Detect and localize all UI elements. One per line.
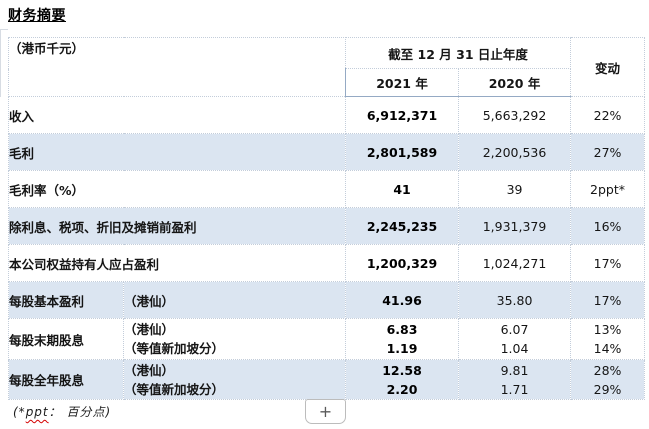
value-2021: 12.58 2.20 [346,360,459,400]
add-row-button[interactable]: + [305,399,346,424]
unit-header-cell: （港币千元） [9,38,346,97]
value-change: 28% 29% [571,360,645,400]
row-label: 每股基本盈利 [9,282,124,319]
value-change: 13% 14% [571,319,645,360]
col-header-2021: 2021 年 [346,69,459,97]
value-2020: 39 [459,171,571,208]
row-unit-label: （港仙） [124,282,346,319]
row-label: 收入 [9,97,346,134]
value-2020: 35.80 [459,282,571,319]
table-row-profit-attributable: 本公司权益持有人应占盈利 1,200,329 1,024,271 17% [9,245,645,282]
unit-line-hk-cents: （港仙） [124,320,345,339]
table-row-gross-margin: 毛利率（%） 41 39 2ppt* [9,171,645,208]
value-change: 22% [571,97,645,134]
table-row-full-year-dividend: 每股全年股息 （港仙） （等值新加坡分） 12.58 2.20 9.81 1.7… [9,360,645,400]
unit-line-hk-cents: （港仙） [124,361,345,380]
value-line: 14% [571,339,644,358]
value-2021: 2,801,589 [346,134,459,171]
value-change: 17% [571,282,645,319]
value-2021: 41.96 [346,282,459,319]
value-change: 17% [571,245,645,282]
value-line: 28% [571,361,644,380]
value-2021: 2,245,235 [346,208,459,245]
value-change: 16% [571,208,645,245]
value-line: 12.58 [346,361,458,380]
value-2020: 1,931,379 [459,208,571,245]
header-row-period: （港币千元） 截至 12 月 31 日止年度 变动 [9,38,645,69]
table-row-basic-eps: 每股基本盈利 （港仙） 41.96 35.80 17% [9,282,645,319]
value-line: 1.71 [459,380,570,399]
value-line: 1.04 [459,339,570,358]
value-2020: 1,024,271 [459,245,571,282]
col-header-2020: 2020 年 [459,69,571,97]
footnote-ppt-term: ppt [26,405,49,419]
footnote: (*ppt： 百分点) [13,403,111,420]
table-row-gross-profit: 毛利 2,801,589 2,200,536 27% [9,134,645,171]
value-line: 29% [571,380,644,399]
value-2020: 5,663,292 [459,97,571,134]
value-2021: 41 [346,171,459,208]
row-label: 本公司权益持有人应占盈利 [9,245,346,282]
footnote-suffix: ： 百分点) [49,405,112,419]
row-label: 毛利 [9,134,346,171]
value-2020: 6.07 1.04 [459,319,571,360]
change-header-cell: 变动 [571,38,645,97]
row-label: 毛利率（%） [9,171,346,208]
financial-summary-table: （港币千元） 截至 12 月 31 日止年度 变动 2021 年 2020 年 … [8,37,645,400]
table-row-ebitda: 除利息、税项、折旧及摊销前盈利 2,245,235 1,931,379 16% [9,208,645,245]
value-2020: 2,200,536 [459,134,571,171]
unit-line-sg-cents: （等值新加坡分） [124,380,345,399]
row-unit-label: （港仙） （等值新加坡分） [124,360,346,400]
value-line: 2.20 [346,380,458,399]
value-line: 9.81 [459,361,570,380]
row-label: 每股全年股息 [9,360,124,400]
value-line: 6.07 [459,320,570,339]
plus-icon: + [319,404,332,420]
document-page: 财务摘要 （港币千元） 截至 12 月 31 日止年度 变动 2021 年 20… [0,0,649,429]
value-change: 27% [571,134,645,171]
value-line: 1.19 [346,339,458,358]
value-line: 6.83 [346,320,458,339]
row-label: 每股末期股息 [9,319,124,360]
table-row-final-dividend: 每股末期股息 （港仙） （等值新加坡分） 6.83 1.19 6.07 1.04… [9,319,645,360]
value-line: 13% [571,320,644,339]
value-2021: 6,912,371 [346,97,459,134]
table-row-revenue: 收入 6,912,371 5,663,292 22% [9,97,645,134]
value-2021: 1,200,329 [346,245,459,282]
value-change: 2ppt* [571,171,645,208]
unit-line-sg-cents: （等值新加坡分） [124,339,345,358]
page-title: 财务摘要 [8,5,66,25]
value-2020: 9.81 1.71 [459,360,571,400]
row-label: 除利息、税项、折旧及摊销前盈利 [9,208,346,245]
row-unit-label: （港仙） （等值新加坡分） [124,319,346,360]
period-header-cell: 截至 12 月 31 日止年度 [346,38,571,69]
value-2021: 6.83 1.19 [346,319,459,360]
footnote-prefix: (* [13,405,26,419]
left-gridline-artifact [0,29,8,97]
